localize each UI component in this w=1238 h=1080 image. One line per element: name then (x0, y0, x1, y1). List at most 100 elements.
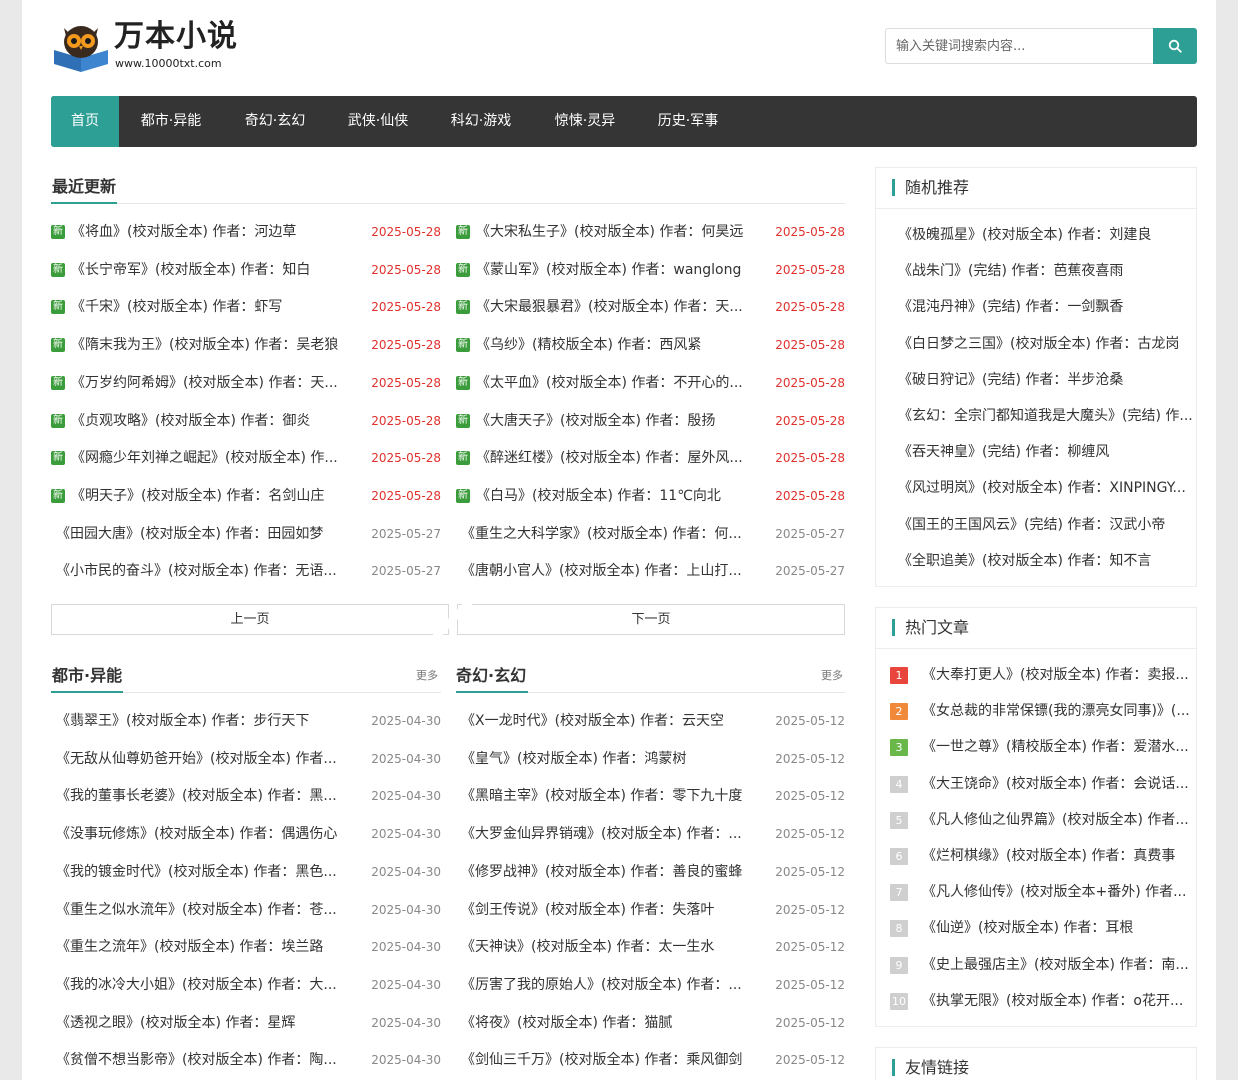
book-link[interactable]: 《没事玩修炼》(校对版全本) 作者：偶遇伤心 (56, 824, 363, 844)
new-badge: 新 (456, 413, 470, 428)
recent-divider (51, 203, 845, 204)
book-link[interactable]: 《乌纱》(精校版全本) 作者：西风紧 (476, 335, 769, 355)
hot-book-link[interactable]: 《凡人修仙之仙界篇》(校对版全本) 作者... (922, 810, 1194, 830)
update-date: 2025-05-28 (775, 225, 845, 239)
hot-book-link[interactable]: 《凡人修仙传》(校对版全本+番外) 作者... (922, 882, 1194, 902)
book-link[interactable]: 《黑暗主宰》(校对版全本) 作者：零下九十度 (461, 786, 767, 806)
book-link[interactable]: 《大唐天子》(校对版全本) 作者：殷扬 (476, 411, 769, 431)
hot-book-link[interactable]: 《仙逆》(校对版全本) 作者：耳根 (922, 918, 1194, 938)
nav-item-horror[interactable]: 惊悚·灵异 (547, 96, 623, 147)
nav-item-fantasy[interactable]: 奇幻·玄幻 (237, 96, 313, 147)
book-link[interactable]: 《网瘾少年刘禅之崛起》(校对版全本) 作... (71, 448, 365, 468)
book-link[interactable]: 《万岁约阿希姆》(校对版全本) 作者：天... (71, 373, 365, 393)
book-link[interactable]: 《千宋》(校对版全本) 作者：虾写 (71, 297, 365, 317)
hot-book-link[interactable]: 《一世之尊》(精校版全本) 作者：爱潜水... (922, 737, 1194, 757)
prev-page-button[interactable]: 上一页 (51, 604, 449, 635)
book-link[interactable]: 《明天子》(校对版全本) 作者：名剑山庄 (71, 486, 365, 506)
book-link[interactable]: 《剑仙三千万》(校对版全本) 作者：乘风御剑 (461, 1050, 767, 1070)
list-item: 《田园大唐》(校对版全本) 作者：田园如梦 2025-05-27 (51, 524, 441, 544)
update-date: 2025-05-12 (775, 940, 845, 955)
new-badge: 新 (51, 488, 65, 503)
book-link[interactable]: 《将夜》(校对版全本) 作者：猫腻 (461, 1013, 767, 1033)
hot-item: 3 《一世之尊》(精校版全本) 作者：爱潜水... (890, 737, 1194, 757)
book-link[interactable]: 《天神诀》(校对版全本) 作者：太一生水 (461, 937, 767, 957)
book-link[interactable]: 《翡翠王》(校对版全本) 作者：步行天下 (56, 711, 363, 731)
book-link[interactable]: 《我的董事长老婆》(校对版全本) 作者：黑... (56, 786, 363, 806)
update-date: 2025-05-27 (775, 564, 845, 579)
book-link[interactable]: 《大罗金仙异界销魂》(校对版全本) 作者：... (461, 824, 767, 844)
book-link[interactable]: 《我的冰冷大小姐》(校对版全本) 作者：大... (56, 975, 363, 995)
random-book-link[interactable]: 《战朱门》(完结) 作者：芭蕉夜喜雨 (898, 261, 1194, 281)
book-link[interactable]: 《重生之流年》(校对版全本) 作者：埃兰路 (56, 937, 363, 957)
book-link[interactable]: 《厉害了我的原始人》(校对版全本) 作者：... (461, 975, 767, 995)
book-link[interactable]: 《透视之眼》(校对版全本) 作者：星辉 (56, 1013, 363, 1033)
hot-book-link[interactable]: 《大王饶命》(校对版全本) 作者：会说话... (922, 774, 1194, 794)
new-badge: 新 (51, 338, 65, 353)
random-book-link[interactable]: 《风过明岚》(校对版全本) 作者：XINPINGY... (898, 478, 1194, 498)
book-link[interactable]: 《太平血》(校对版全本) 作者：不开心的... (476, 373, 769, 393)
list-item: 新《千宋》(校对版全本) 作者：虾写 2025-05-28 (51, 297, 441, 317)
random-book-link[interactable]: 《混沌丹神》(完结) 作者：一剑飘香 (898, 297, 1194, 317)
book-link[interactable]: 《无敌从仙尊奶爸开始》(校对版全本) 作者... (56, 749, 363, 769)
nav-item-scifi[interactable]: 科幻·游戏 (443, 96, 519, 147)
random-book-link[interactable]: 《玄幻：全宗门都知道我是大魔头》(完结) 作... (898, 406, 1194, 426)
new-badge: 新 (51, 375, 65, 390)
book-link[interactable]: 《醉迷红楼》(校对版全本) 作者：屋外风... (476, 448, 769, 468)
update-date: 2025-05-28 (775, 300, 845, 315)
book-link[interactable]: 《大宋最狠暴君》(校对版全本) 作者：天... (476, 297, 769, 317)
book-link[interactable]: 《田园大唐》(校对版全本) 作者：田园如梦 (56, 524, 365, 544)
random-book-link[interactable]: 《国王的王国风云》(完结) 作者：汉武小帝 (898, 515, 1194, 535)
book-link[interactable]: 《剑王传说》(校对版全本) 作者：失落叶 (461, 900, 767, 920)
hot-title: 热门文章 (905, 618, 970, 637)
book-link[interactable]: 《白马》(校对版全本) 作者：11℃向北 (476, 486, 769, 506)
hot-book-link[interactable]: 《史上最强店主》(校对版全本) 作者：南... (922, 955, 1194, 975)
next-page-button[interactable]: 下一页 (457, 604, 845, 635)
book-link[interactable]: 《贫僧不想当影帝》(校对版全本) 作者：陶... (56, 1050, 363, 1070)
search-input[interactable] (885, 28, 1154, 64)
book-link[interactable]: 《隋末我为王》(校对版全本) 作者：吴老狼 (71, 335, 365, 355)
hot-item: 10 《执掌无限》(校对版全本) 作者：o花开... (890, 991, 1194, 1011)
search-button[interactable] (1153, 28, 1197, 64)
update-date: 2025-04-30 (371, 789, 441, 804)
random-book-link[interactable]: 《白日梦之三国》(校对版全本) 作者：古龙岗 (898, 334, 1194, 354)
book-link[interactable]: 《贞观攻略》(校对版全本) 作者：御炎 (71, 411, 365, 431)
random-book-link[interactable]: 《破日狩记》(完结) 作者：半步沧桑 (898, 370, 1194, 390)
random-book-link[interactable]: 《吞天神皇》(完结) 作者：柳缠风 (898, 442, 1194, 462)
owl-book-logo-icon (54, 26, 108, 72)
book-link[interactable]: 《唐朝小官人》(校对版全本) 作者：上山打... (461, 561, 769, 581)
random-book-link[interactable]: 《全职追美》(校对版全本) 作者：知不言 (898, 551, 1194, 571)
urban-title-underline (51, 691, 123, 693)
nav-item-history[interactable]: 历史·军事 (650, 96, 726, 147)
random-title: 随机推荐 (905, 178, 970, 197)
list-item: 《我的冰冷大小姐》(校对版全本) 作者：大... 2025-04-30 (51, 975, 441, 995)
hot-book-link[interactable]: 《大奉打更人》(校对版全本) 作者：卖报... (922, 665, 1194, 685)
hot-item: 6 《烂柯棋缘》(校对版全本) 作者：真费事 (890, 846, 1194, 866)
hot-book-link[interactable]: 《执掌无限》(校对版全本) 作者：o花开... (922, 991, 1194, 1011)
book-link[interactable]: 《重生之似水流年》(校对版全本) 作者：苍... (56, 900, 363, 920)
random-header: 随机推荐 (876, 168, 1196, 209)
book-link[interactable]: 《我的镀金时代》(校对版全本) 作者：黑色... (56, 862, 363, 882)
book-link[interactable]: 《大宋私生子》(校对版全本) 作者：何昊远 (476, 222, 769, 242)
book-link[interactable]: 《修罗战神》(校对版全本) 作者：善良的蜜蜂 (461, 862, 767, 882)
book-link[interactable]: 《X一龙时代》(校对版全本) 作者：云天空 (461, 711, 767, 731)
hot-book-link[interactable]: 《女总裁的非常保镖(我的漂亮女同事)》(... (922, 701, 1194, 721)
urban-more-link[interactable]: 更多 (416, 669, 438, 683)
nav-item-home[interactable]: 首页 (51, 96, 119, 147)
hot-book-link[interactable]: 《烂柯棋缘》(校对版全本) 作者：真费事 (922, 846, 1194, 866)
list-item: 新《长宁帝军》(校对版全本) 作者：知白 2025-05-28 (51, 260, 441, 280)
rank-badge: 7 (890, 884, 908, 902)
book-link[interactable]: 《皇气》(校对版全本) 作者：鸿蒙树 (461, 749, 767, 769)
nav-item-wuxia[interactable]: 武侠·仙侠 (340, 96, 416, 147)
random-book-link[interactable]: 《极魄孤星》(校对版全本) 作者：刘建良 (898, 225, 1194, 245)
book-link[interactable]: 《重生之大科学家》(校对版全本) 作者：何... (461, 524, 769, 544)
book-link[interactable]: 《将血》(校对版全本) 作者：河边草 (71, 222, 365, 242)
nav-item-urban[interactable]: 都市·异能 (133, 96, 209, 147)
list-item: 新《万岁约阿希姆》(校对版全本) 作者：天... 2025-05-28 (51, 373, 441, 393)
update-date: 2025-05-28 (775, 338, 845, 353)
fantasy-more-link[interactable]: 更多 (821, 669, 843, 683)
site-logo[interactable]: 万本小说 www.10000txt.com (52, 20, 252, 72)
book-link[interactable]: 《蒙山军》(校对版全本) 作者：wanglong (476, 260, 769, 280)
list-item: 新《乌纱》(精校版全本) 作者：西风紧 2025-05-28 (456, 335, 845, 355)
book-link[interactable]: 《小市民的奋斗》(校对版全本) 作者：无语... (56, 561, 365, 581)
book-link[interactable]: 《长宁帝军》(校对版全本) 作者：知白 (71, 260, 365, 280)
